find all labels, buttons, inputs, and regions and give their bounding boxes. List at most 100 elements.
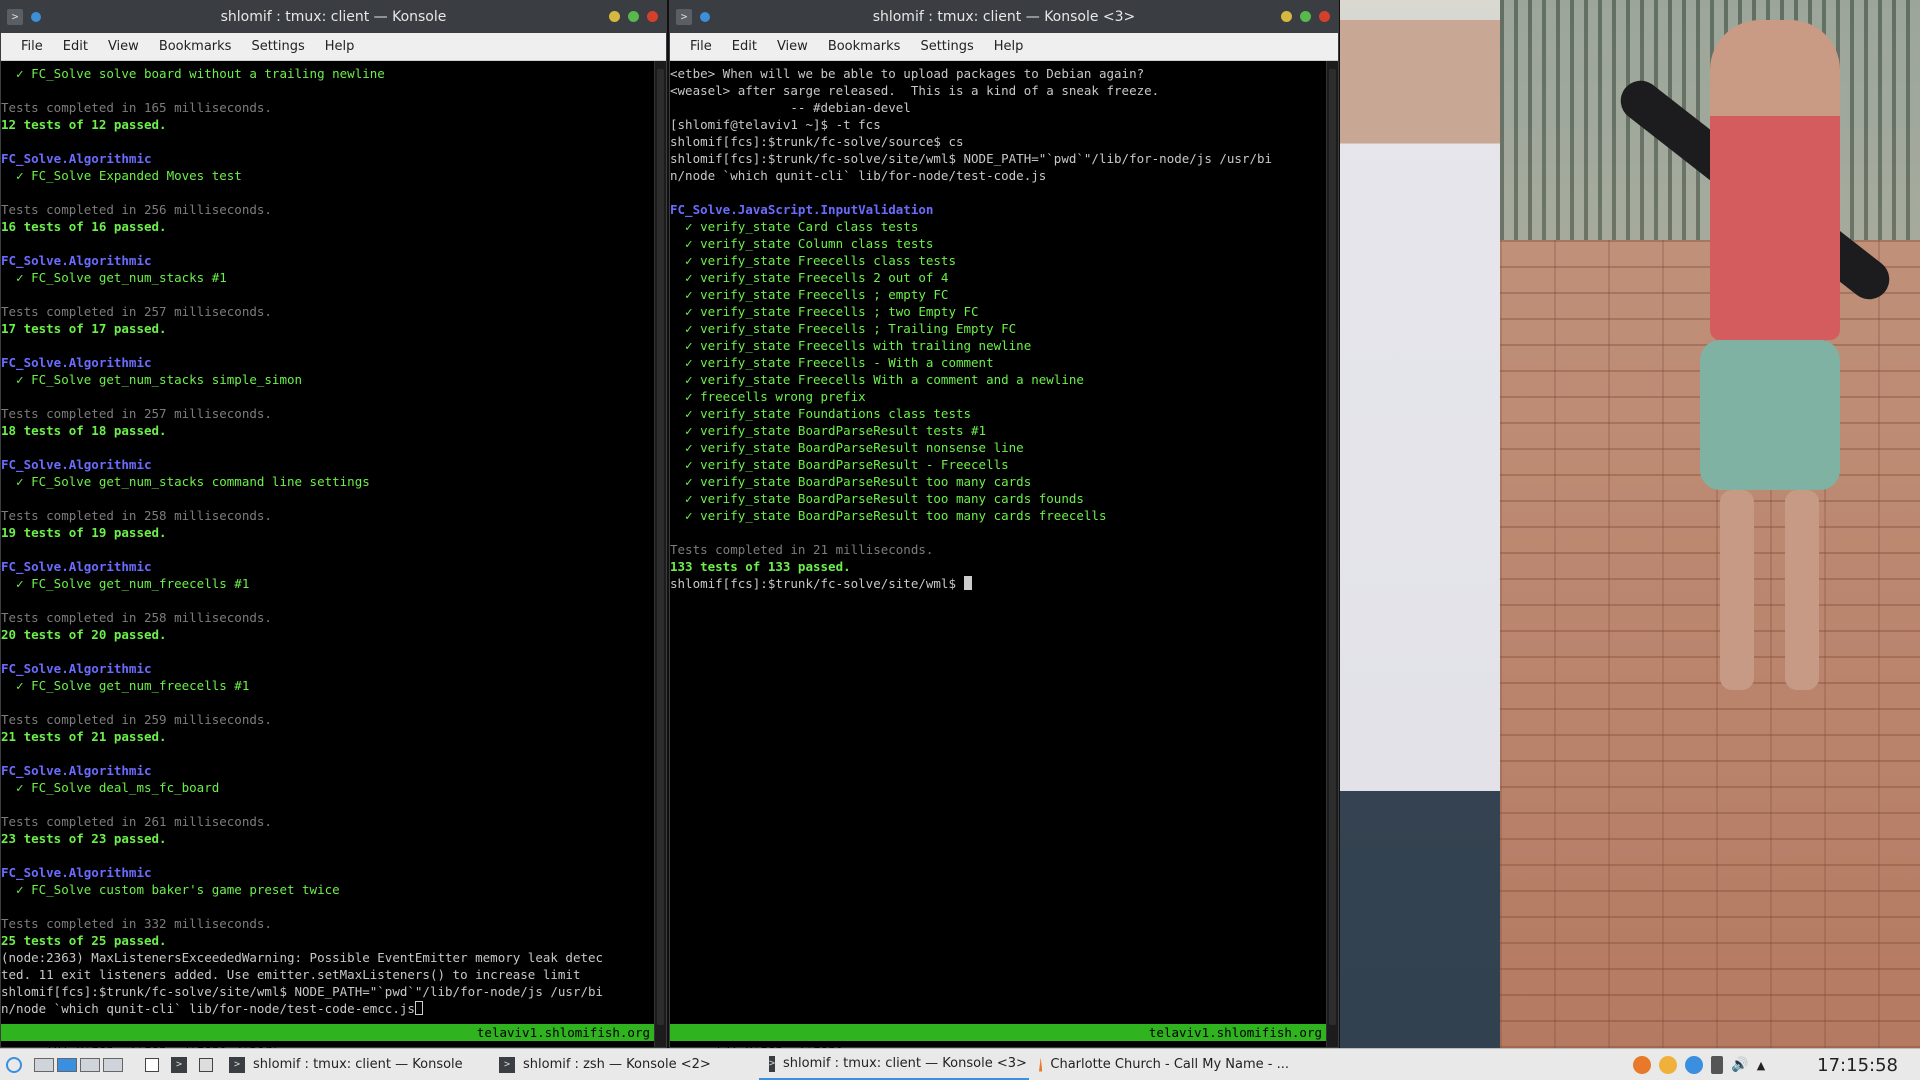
task-button[interactable]: > shlomif : tmux: client — Konsole [219, 1050, 489, 1080]
minimize-button[interactable] [1281, 11, 1292, 22]
pin-icon[interactable] [31, 12, 41, 22]
menu-edit[interactable]: Edit [53, 33, 98, 61]
menu-help[interactable]: Help [315, 33, 365, 61]
title-bar[interactable]: > shlomif : tmux: client — Konsole <3> [670, 1, 1338, 33]
terminal-line: ✓ verify_state Freecells ; Trailing Empt… [670, 321, 1017, 336]
menu-file[interactable]: File [11, 33, 53, 61]
tmux-status-bar: [2] 0:zsh- 1:zsh* telaviv1.shlomifish.or… [670, 1024, 1326, 1057]
menu-bar: File Edit View Bookmarks Settings Help [670, 33, 1338, 61]
kde-launcher-icon[interactable] [6, 1056, 22, 1073]
terminal-line: <weasel> after sarge released. This is a… [670, 83, 1160, 98]
menu-settings[interactable]: Settings [910, 33, 983, 61]
quicklaunch-konsole[interactable]: > [165, 1049, 193, 1080]
terminal-line: FC_Solve.Algorithmic [1, 457, 152, 472]
java-icon[interactable] [1659, 1056, 1678, 1074]
minimize-button[interactable] [609, 11, 620, 22]
menu-view[interactable]: View [767, 33, 818, 61]
terminal-line: FC_Solve.Algorithmic [1, 763, 152, 778]
terminal-line: 23 tests of 23 passed. [1, 831, 167, 846]
text-cursor [414, 1001, 423, 1015]
terminal-line: 21 tests of 21 passed. [1, 729, 167, 744]
task-button[interactable]: Charlotte Church - Call My Name - ... [1029, 1050, 1299, 1080]
terminal-line: ✓ verify_state Column class tests [670, 236, 934, 251]
menu-help[interactable]: Help [984, 33, 1034, 61]
desktop-2[interactable] [57, 1057, 77, 1072]
terminal-line: n/node `which qunit-cli` lib/for-node/te… [1, 1000, 654, 1017]
terminal-line: shlomif[fcs]:$trunk/fc-solve/site/wml$ [670, 575, 1326, 592]
konsole-icon: > [769, 1055, 776, 1072]
task-button[interactable]: > shlomif : tmux: client — Konsole <3> [759, 1050, 1029, 1080]
terminal-line: ✓ FC_Solve Expanded Moves test [1, 168, 242, 183]
terminal-line: Tests completed in 259 milliseconds. [1, 712, 272, 727]
menu-settings[interactable]: Settings [241, 33, 314, 61]
task-label: shlomif : zsh — Konsole <2> [523, 1057, 711, 1072]
task-label: Charlotte Church - Call My Name - ... [1050, 1057, 1289, 1072]
terminal-line: ✓ verify_state Freecells ; empty FC [670, 287, 949, 302]
terminal-output[interactable]: ✓ FC_Solve solve board without a trailin… [1, 61, 654, 1047]
konsole-icon: > [171, 1056, 187, 1073]
menu-view[interactable]: View [98, 33, 149, 61]
terminal-line: ✓ FC_Solve deal_ms_fc_board [1, 780, 220, 795]
close-button[interactable] [647, 11, 658, 22]
network-icon[interactable] [1685, 1056, 1704, 1074]
menu-edit[interactable]: Edit [722, 33, 767, 61]
terminal-line: ted. 11 exit listeners added. Use emitte… [1, 967, 581, 982]
desktop: > shlomif : tmux: client — Konsole File … [0, 0, 1920, 1080]
terminal-line: FC_Solve.Algorithmic [1, 355, 152, 370]
scrollbar[interactable] [654, 61, 666, 1047]
konsole-icon[interactable]: > [676, 9, 692, 25]
terminal-line: ✓ FC_Solve solve board without a trailin… [1, 66, 385, 81]
terminal-line: ✓ FC_Solve get_num_stacks #1 [1, 270, 227, 285]
desktop-1[interactable] [34, 1057, 54, 1072]
volume-icon[interactable]: 🔊 [1731, 1057, 1748, 1073]
terminal-line: ✓ verify_state BoardParseResult nonsense… [670, 440, 1024, 455]
konsole-window-right[interactable]: > shlomif : tmux: client — Konsole <3> F… [669, 0, 1339, 1057]
vlc-tray-icon[interactable] [1633, 1056, 1652, 1074]
desktop-3[interactable] [80, 1057, 100, 1072]
tmux-status-bar: [0] 0:zsh 1:zsh- 2:zsh* 3:perl telaviv1.… [1, 1024, 654, 1057]
clipboard-icon[interactable] [1711, 1056, 1724, 1074]
tmux-hostname: telaviv1.shlomifish.org [476, 1025, 650, 1040]
pin-icon[interactable] [700, 12, 710, 22]
terminal-line: ✓ verify_state BoardParseResult too many… [670, 508, 1107, 523]
terminal-line: ✓ FC_Solve get_num_stacks simple_simon [1, 372, 303, 387]
terminal-line: 17 tests of 17 passed. [1, 321, 167, 336]
terminal-line: ✓ FC_Solve custom baker's game preset tw… [1, 882, 340, 897]
terminal-line: FC_Solve.Algorithmic [1, 865, 152, 880]
quicklaunch-system-monitor[interactable] [193, 1049, 219, 1080]
konsole-window-left[interactable]: > shlomif : tmux: client — Konsole File … [0, 0, 667, 1057]
terminal-line: FC_Solve.JavaScript.InputValidation [670, 202, 934, 217]
maximize-button[interactable] [1300, 11, 1311, 22]
maximize-button[interactable] [628, 11, 639, 22]
terminal-line: Tests completed in 165 milliseconds. [1, 100, 272, 115]
application-launcher[interactable] [0, 1049, 28, 1080]
clock[interactable]: 17:15:58 [1817, 1055, 1898, 1076]
desktop-4[interactable] [103, 1057, 123, 1072]
menu-bookmarks[interactable]: Bookmarks [818, 33, 911, 61]
close-button[interactable] [1319, 11, 1330, 22]
scrollbar[interactable] [1326, 61, 1338, 1047]
terminal-line: shlomif[fcs]:$trunk/fc-solve/source$ cs [670, 134, 964, 149]
terminal-output[interactable]: <etbe> When will we be able to upload pa… [670, 61, 1326, 1047]
task-button[interactable]: > shlomif : zsh — Konsole <2> [489, 1050, 759, 1080]
virtual-desktop-pager[interactable] [28, 1049, 129, 1080]
menu-bookmarks[interactable]: Bookmarks [149, 33, 242, 61]
terminal-line: Tests completed in 258 milliseconds. [1, 508, 272, 523]
menu-file[interactable]: File [680, 33, 722, 61]
show-desktop-button[interactable] [139, 1049, 165, 1080]
terminal-line: 20 tests of 20 passed. [1, 627, 167, 642]
terminal-line: ✓ verify_state Freecells 2 out of 4 [670, 270, 949, 285]
terminal-line: 12 tests of 12 passed. [1, 117, 167, 132]
konsole-icon[interactable]: > [7, 9, 23, 25]
title-bar[interactable]: > shlomif : tmux: client — Konsole [1, 1, 666, 33]
system-monitor-icon [199, 1057, 213, 1072]
terminal-line: shlomif[fcs]:$trunk/fc-solve/site/wml$ N… [1, 984, 604, 999]
chevron-up-icon[interactable]: ▲ [1757, 1059, 1765, 1072]
terminal-line: FC_Solve.Algorithmic [1, 559, 152, 574]
